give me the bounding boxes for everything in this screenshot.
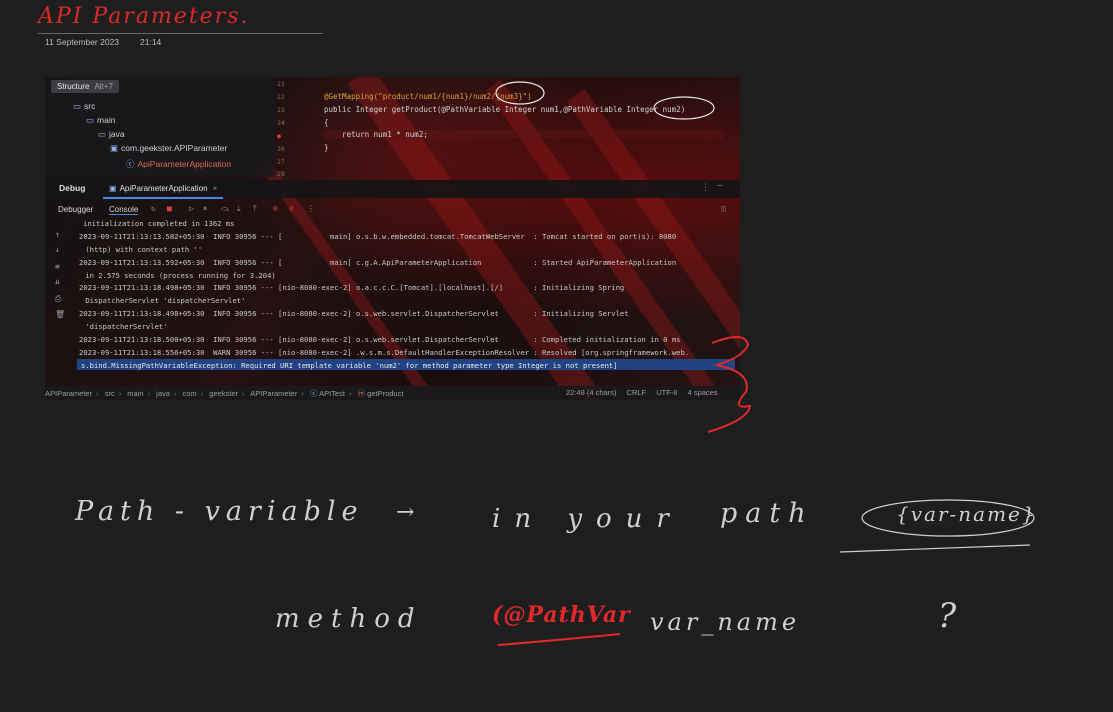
note-in-your: in your (492, 504, 683, 534)
note-var-name: var_name (650, 608, 801, 636)
note-path: path (720, 498, 814, 529)
underline-var-name (839, 544, 1031, 553)
note-path-variable: Path - variable (75, 496, 364, 527)
note-var-name-braces: {var-name} (896, 502, 1037, 526)
underline-pathvar (497, 633, 621, 646)
note-question-mark: ? (938, 596, 963, 636)
arrow-icon: → (396, 500, 421, 525)
note-pathvar: (@PathVar (492, 602, 631, 628)
note-method: method (275, 604, 423, 634)
red-bracket (707, 336, 752, 433)
circle-num2 (653, 96, 715, 120)
circle-num3 (495, 81, 545, 105)
